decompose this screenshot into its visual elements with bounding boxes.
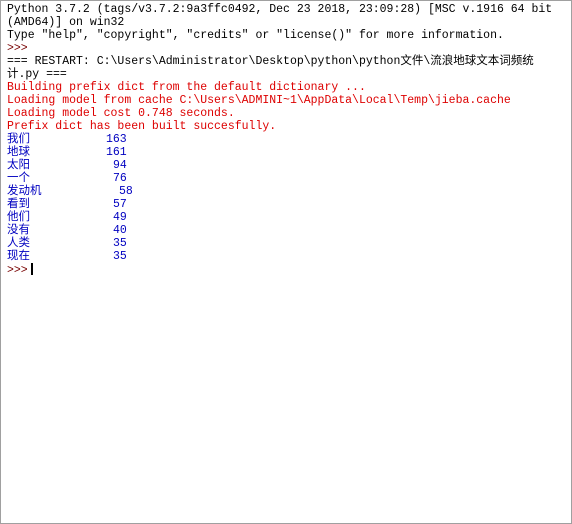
word-count-row: 他们 49 — [7, 211, 147, 224]
word-count-row: 没有 40 — [7, 224, 147, 237]
input-line[interactable]: >>> — [7, 263, 33, 277]
banner-line: Type "help", "copyright", "credits" or "… — [7, 29, 504, 42]
word: 他们 — [7, 211, 30, 224]
restart-line: 计.py === — [7, 68, 67, 81]
word: 发动机 — [7, 185, 42, 198]
word-count-row: 我们 163 — [7, 133, 147, 146]
count: 76 — [113, 172, 127, 185]
word: 太阳 — [7, 159, 30, 172]
restart-line: === RESTART: C:\Users\Administrator\Desk… — [7, 55, 534, 68]
word: 人类 — [7, 237, 30, 250]
stderr-line: Building prefix dict from the default di… — [7, 81, 366, 94]
stderr-line: Loading model cost 0.748 seconds. — [7, 107, 235, 120]
word-count-row: 一个 76 — [7, 172, 147, 185]
idle-shell-window[interactable]: Python 3.7.2 (tags/v3.7.2:9a3ffc0492, De… — [0, 0, 572, 524]
count: 49 — [113, 211, 127, 224]
word: 一个 — [7, 172, 30, 185]
shell-prompt: >>> — [7, 42, 28, 55]
word-count-row: 看到 57 — [7, 198, 147, 211]
count: 161 — [106, 146, 127, 159]
word-count-row: 发动机 58 — [7, 185, 147, 198]
stderr-line: Prefix dict has been built succesfully. — [7, 120, 277, 133]
count: 58 — [119, 185, 133, 198]
word-count-row: 现在 35 — [7, 250, 147, 263]
word-count-row: 人类 35 — [7, 237, 147, 250]
banner-line: Python 3.7.2 (tags/v3.7.2:9a3ffc0492, De… — [7, 3, 553, 16]
word: 地球 — [7, 146, 30, 159]
word: 看到 — [7, 198, 30, 211]
word: 现在 — [7, 250, 30, 263]
count: 57 — [113, 198, 127, 211]
word: 我们 — [7, 133, 30, 146]
banner-line: (AMD64)] on win32 — [7, 16, 125, 29]
text-cursor — [30, 263, 33, 275]
count: 35 — [113, 250, 127, 263]
count: 163 — [106, 133, 127, 146]
word: 没有 — [7, 224, 30, 237]
word-count-row: 太阳 94 — [7, 159, 147, 172]
stderr-line: Loading model from cache C:\Users\ADMINI… — [7, 94, 511, 107]
word-count-row: 地球 161 — [7, 146, 147, 159]
count: 35 — [113, 237, 127, 250]
count: 40 — [113, 224, 127, 237]
shell-prompt: >>> — [7, 264, 28, 277]
count: 94 — [113, 159, 127, 172]
